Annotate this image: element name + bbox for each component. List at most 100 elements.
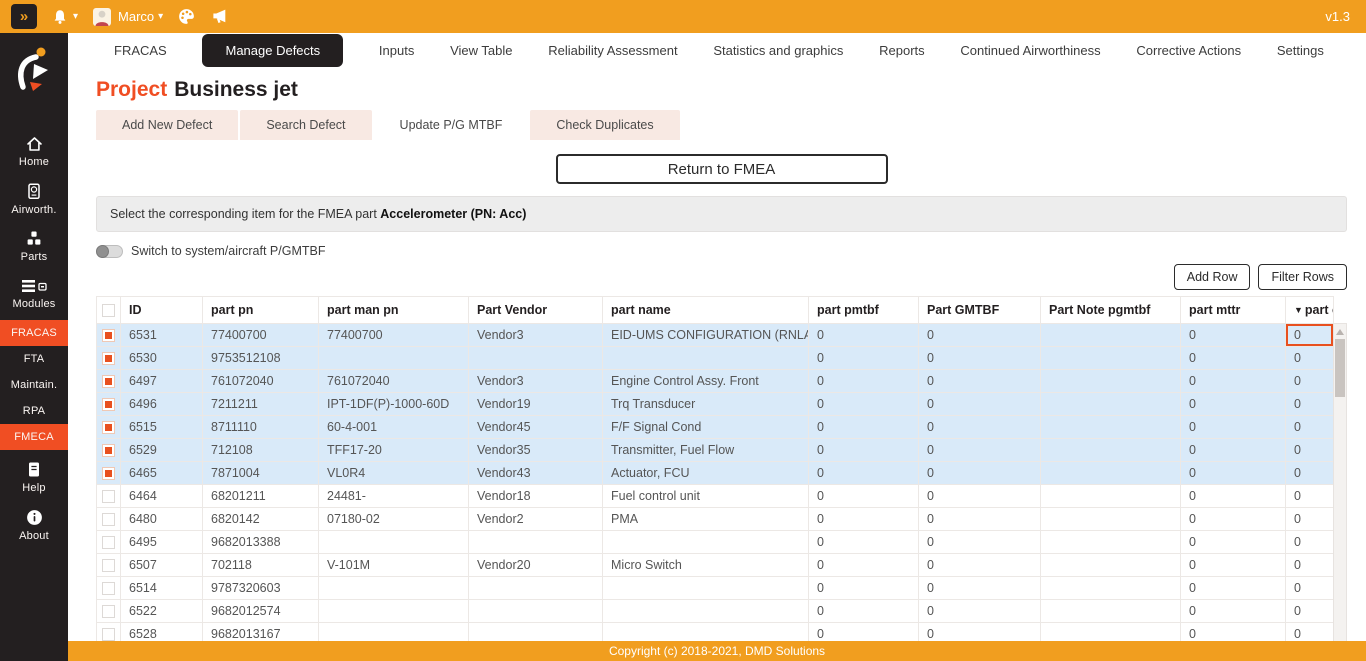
cell-part-vendor[interactable]	[469, 347, 603, 370]
cell-part-count[interactable]: 0	[1286, 554, 1334, 577]
sidebar-item-maintain[interactable]: Maintain.	[0, 372, 68, 398]
scroll-up-arrow-icon[interactable]	[1336, 329, 1344, 335]
cell-part-pn[interactable]: 9682013167	[203, 623, 319, 642]
cell-part-count[interactable]: 0	[1286, 600, 1334, 623]
cell-part-name[interactable]: Micro Switch	[603, 554, 809, 577]
cell-part-gmtbf[interactable]: 0	[919, 439, 1041, 462]
cell-part-note[interactable]	[1041, 324, 1181, 347]
cell-part-pn[interactable]: 7871004	[203, 462, 319, 485]
cell-part-gmtbf[interactable]: 0	[919, 416, 1041, 439]
cell-part-gmtbf[interactable]: 0	[919, 508, 1041, 531]
cell-part-count[interactable]: 0	[1286, 508, 1334, 531]
sidebar-item-rpa[interactable]: RPA	[0, 398, 68, 424]
cell-part-man-pn[interactable]	[319, 531, 469, 554]
table-row[interactable]: 6496 7211211 IPT-1DF(P)-1000-60D Vendor1…	[97, 393, 1334, 416]
cell-part-name[interactable]: Trq Transducer	[603, 393, 809, 416]
cell-part-pn[interactable]: 712108	[203, 439, 319, 462]
row-checkbox[interactable]	[102, 352, 115, 365]
cell-part-pmtbf[interactable]: 0	[809, 462, 919, 485]
cell-id[interactable]: 6480	[121, 508, 203, 531]
cell-part-pn[interactable]: 9682012574	[203, 600, 319, 623]
cell-part-mttr[interactable]: 0	[1181, 508, 1286, 531]
return-to-fmea-button[interactable]: Return to FMEA	[556, 154, 888, 184]
cell-part-note[interactable]	[1041, 577, 1181, 600]
cell-part-note[interactable]	[1041, 508, 1181, 531]
table-row[interactable]: 6507 702118 V-101M Vendor20 Micro Switch…	[97, 554, 1334, 577]
cell-part-count[interactable]: 0	[1286, 324, 1334, 347]
cell-part-mttr[interactable]: 0	[1181, 554, 1286, 577]
cell-part-pn[interactable]: 702118	[203, 554, 319, 577]
cell-part-man-pn[interactable]: VL0R4	[319, 462, 469, 485]
cell-part-man-pn[interactable]: 77400700	[319, 324, 469, 347]
cell-part-count[interactable]: 0	[1286, 439, 1334, 462]
nav-tab[interactable]: Continued Airworthiness	[960, 43, 1100, 58]
cell-part-pn[interactable]: 6820142	[203, 508, 319, 531]
scrollbar-thumb[interactable]	[1335, 339, 1345, 397]
subtab[interactable]: Check Duplicates	[530, 110, 679, 140]
cell-part-count[interactable]: 0	[1286, 462, 1334, 485]
cell-part-mttr[interactable]: 0	[1181, 485, 1286, 508]
cell-part-note[interactable]	[1041, 416, 1181, 439]
cell-id[interactable]: 6515	[121, 416, 203, 439]
row-checkbox[interactable]	[102, 559, 115, 572]
table-row[interactable]: 6464 68201211 24481- Vendor18 Fuel contr…	[97, 485, 1334, 508]
cell-part-vendor[interactable]: Vendor2	[469, 508, 603, 531]
row-checkbox[interactable]	[102, 628, 115, 641]
cell-part-note[interactable]	[1041, 370, 1181, 393]
subtab[interactable]: Search Defect	[240, 110, 371, 140]
cell-part-vendor[interactable]	[469, 531, 603, 554]
cell-part-mttr[interactable]: 0	[1181, 439, 1286, 462]
sidebar-item-help[interactable]: Help	[0, 456, 68, 498]
row-checkbox[interactable]	[102, 536, 115, 549]
cell-part-mttr[interactable]: 0	[1181, 347, 1286, 370]
cell-part-gmtbf[interactable]: 0	[919, 393, 1041, 416]
cell-part-count[interactable]: 0	[1286, 370, 1334, 393]
system-aircraft-toggle[interactable]	[96, 245, 123, 258]
cell-part-name[interactable]	[603, 623, 809, 642]
cell-id[interactable]: 6497	[121, 370, 203, 393]
cell-part-name[interactable]: PMA	[603, 508, 809, 531]
cell-part-gmtbf[interactable]: 0	[919, 485, 1041, 508]
cell-part-man-pn[interactable]: TFF17-20	[319, 439, 469, 462]
cell-part-pmtbf[interactable]: 0	[809, 623, 919, 642]
table-row[interactable]: 6480 6820142 07180-02 Vendor2 PMA 0 0 0 …	[97, 508, 1334, 531]
sidebar-item-airworthiness[interactable]: Airworth.	[0, 178, 68, 220]
cell-part-mttr[interactable]: 0	[1181, 393, 1286, 416]
cell-part-vendor[interactable]: Vendor19	[469, 393, 603, 416]
table-row[interactable]: 6530 9753512108 0 0 0 0	[97, 347, 1334, 370]
cell-part-man-pn[interactable]: 60-4-001	[319, 416, 469, 439]
cell-part-pmtbf[interactable]: 0	[809, 370, 919, 393]
cell-id[interactable]: 6465	[121, 462, 203, 485]
cell-part-mttr[interactable]: 0	[1181, 531, 1286, 554]
cell-part-note[interactable]	[1041, 462, 1181, 485]
cell-id[interactable]: 6528	[121, 623, 203, 642]
col-header-part-mttr[interactable]: part mttr	[1181, 297, 1286, 324]
nav-tab[interactable]: Settings	[1277, 43, 1324, 58]
theme-palette-icon[interactable]	[177, 7, 196, 26]
cell-part-mttr[interactable]: 0	[1181, 370, 1286, 393]
cell-part-mttr[interactable]: 0	[1181, 416, 1286, 439]
cell-id[interactable]: 6507	[121, 554, 203, 577]
col-header-part-count[interactable]: ▼part co	[1286, 297, 1334, 324]
cell-part-man-pn[interactable]: V-101M	[319, 554, 469, 577]
cell-part-pn[interactable]: 7211211	[203, 393, 319, 416]
nav-tab[interactable]: FRACAS	[114, 43, 167, 58]
col-header-part-name[interactable]: part name	[603, 297, 809, 324]
cell-part-pmtbf[interactable]: 0	[809, 531, 919, 554]
row-checkbox[interactable]	[102, 605, 115, 618]
cell-part-gmtbf[interactable]: 0	[919, 462, 1041, 485]
cell-part-gmtbf[interactable]: 0	[919, 347, 1041, 370]
nav-tab[interactable]: Manage Defects	[202, 34, 343, 67]
select-all-checkbox[interactable]	[102, 304, 115, 317]
cell-part-pn[interactable]: 68201211	[203, 485, 319, 508]
cell-part-man-pn[interactable]	[319, 577, 469, 600]
cell-part-note[interactable]	[1041, 439, 1181, 462]
cell-part-count[interactable]: 0	[1286, 531, 1334, 554]
cell-part-name[interactable]	[603, 577, 809, 600]
cell-id[interactable]: 6530	[121, 347, 203, 370]
cell-part-count[interactable]: 0	[1286, 416, 1334, 439]
cell-part-vendor[interactable]	[469, 600, 603, 623]
cell-part-pn[interactable]: 8711110	[203, 416, 319, 439]
row-checkbox[interactable]	[102, 329, 115, 342]
cell-part-man-pn[interactable]	[319, 347, 469, 370]
